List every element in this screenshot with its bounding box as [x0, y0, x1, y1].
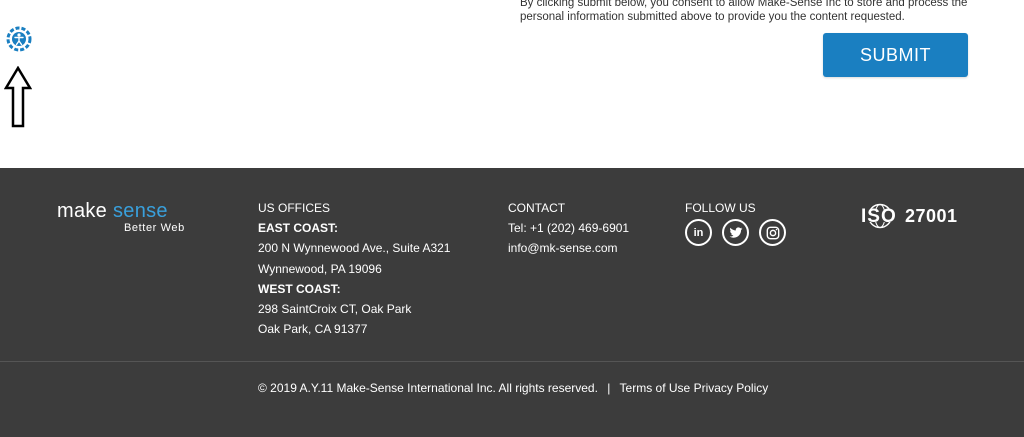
footer: make sense Better Web US OFFICES EAST CO…	[0, 168, 1024, 437]
contact-heading: CONTACT	[508, 201, 566, 215]
copyright-text: © 2019 A.Y.11 Make-Sense International I…	[258, 381, 598, 395]
iso-globe-icon: ISO	[859, 203, 901, 229]
logo-tagline: Better Web	[124, 222, 185, 234]
form-area: By clicking submit below, you consent to…	[0, 0, 1024, 168]
privacy-policy-link[interactable]: Privacy Policy	[694, 381, 769, 395]
contact-email-link[interactable]: info@mk-sense.com	[508, 238, 629, 258]
consent-text: By clicking submit below, you consent to…	[520, 0, 980, 24]
contact-column: CONTACT Tel: +1 (202) 469-6901 info@mk-s…	[508, 198, 629, 259]
twitter-icon[interactable]	[722, 219, 749, 246]
up-arrow-icon	[3, 65, 33, 128]
footer-bottom-bar: © 2019 A.Y.11 Make-Sense International I…	[258, 381, 768, 395]
footer-divider	[0, 361, 1024, 362]
logo-word-sense: sense	[112, 200, 168, 222]
follow-heading: FOLLOW US	[685, 201, 756, 215]
logo-wordmark: make sense	[57, 200, 207, 222]
instagram-icon[interactable]	[759, 219, 786, 246]
east-address-line-1: 200 N Wynnewood Ave., Suite A321	[258, 241, 451, 256]
iso-certification: ISO 27001	[859, 203, 958, 229]
linkedin-glyph: in	[693, 226, 704, 239]
page: By clicking submit below, you consent to…	[0, 0, 1024, 437]
submit-button[interactable]: SUBMIT	[823, 33, 968, 77]
west-address-line-1: 298 SaintCroix CT, Oak Park	[258, 302, 412, 317]
separator: |	[607, 381, 611, 395]
iso-badge-text: ISO	[861, 206, 897, 227]
social-links: in	[685, 219, 786, 246]
east-address-line-2: Wynnewood, PA 19096	[258, 261, 382, 276]
logo[interactable]: make sense Better Web	[57, 200, 207, 234]
accessibility-icon[interactable]	[6, 26, 32, 52]
east-coast-label: EAST COAST:	[258, 221, 339, 236]
west-address-line-2: Oak Park, CA 91377	[258, 322, 368, 337]
follow-column: FOLLOW US	[685, 198, 756, 218]
terms-of-use-link[interactable]: Terms of Use	[620, 381, 691, 395]
linkedin-icon[interactable]: in	[685, 219, 712, 246]
consent-line-2: personal information submitted above to …	[520, 11, 905, 23]
iso-number: 27001	[905, 205, 958, 226]
contact-phone-link[interactable]: Tel: +1 (202) 469-6901	[508, 218, 629, 238]
offices-column: US OFFICES EAST COAST: 200 N Wynnewood A…	[258, 198, 450, 339]
west-coast-label: WEST COAST:	[258, 281, 341, 296]
offices-heading: US OFFICES	[258, 201, 331, 215]
logo-word-make: make	[57, 200, 108, 222]
consent-line-1: By clicking submit below, you consent to…	[520, 0, 968, 9]
